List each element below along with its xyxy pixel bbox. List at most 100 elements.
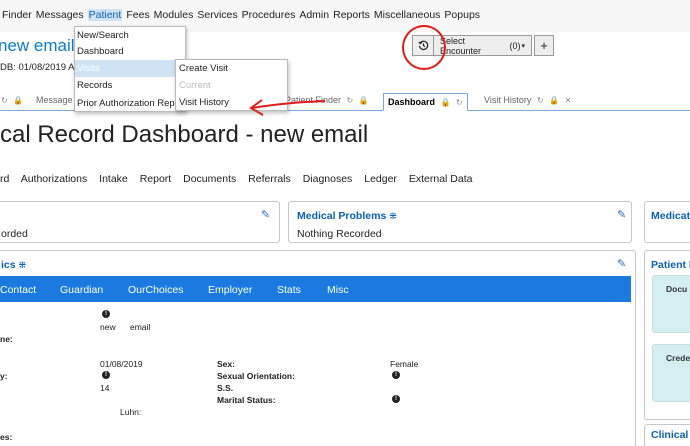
expand-icon[interactable]: ⁜ — [19, 260, 27, 270]
subnav-authorizations[interactable]: Authorizations — [21, 173, 88, 185]
field-label: Luhn: — [120, 407, 142, 417]
tab-guardian[interactable]: Guardian — [60, 284, 103, 296]
refresh-icon[interactable]: ↻ — [456, 98, 463, 107]
menu-procedures[interactable]: Procedures — [242, 9, 296, 21]
card-title[interactable]: Medical Problems ⁜ — [297, 210, 397, 222]
sex-label: Sex: — [217, 359, 235, 369]
menu-messages[interactable]: Messages — [36, 9, 84, 21]
add-encounter-button[interactable]: + — [534, 35, 554, 56]
lock-icon[interactable]: 🔒 — [13, 96, 23, 105]
lock-icon[interactable]: 🔒 — [441, 98, 451, 107]
medical-problems-card: Medical Problems ⁜ ✎ Nothing Recorded — [288, 201, 632, 243]
lock-icon[interactable]: 🔒 — [549, 96, 559, 105]
close-icon[interactable]: ✕ — [565, 96, 572, 105]
menu-item-new-search[interactable]: New/Search — [75, 27, 185, 44]
annotation-circle — [402, 25, 446, 70]
ss-label: S.S. — [217, 383, 234, 393]
box-title: Docu — [666, 284, 688, 294]
patient-name[interactable]: new email — [0, 36, 75, 56]
patient-dob-line: DB: 01/08/2019 Age — [0, 62, 86, 73]
card-body: Nothing Recorded — [297, 228, 382, 240]
info-icon[interactable]: ! — [392, 371, 400, 379]
select-encounter-button[interactable]: Select Encounter (0) ▾ — [434, 35, 532, 56]
card-body: orded — [1, 228, 28, 240]
menu-fees[interactable]: Fees — [126, 9, 149, 21]
menu-item-create-visit[interactable]: Create Visit — [179, 63, 228, 74]
refresh-icon[interactable]: ↻ — [1, 96, 8, 105]
tab-patient-finder[interactable]: Patient Finder ↻ 🔒 — [285, 95, 369, 105]
menu-item-records[interactable]: Records — [75, 77, 185, 94]
expand-icon[interactable]: ⁜ — [389, 211, 397, 221]
subnav-referrals[interactable]: Referrals — [248, 173, 291, 185]
last-name-value: email — [130, 322, 151, 332]
demographics-tabs: Contact Guardian OurChoices Employer Sta… — [0, 276, 631, 302]
refresh-icon[interactable]: ↻ — [347, 96, 354, 105]
menu-item-visit-history[interactable]: Visit History — [179, 97, 229, 108]
pencil-icon[interactable]: ✎ — [617, 257, 626, 270]
pencil-icon[interactable]: ✎ — [261, 208, 270, 221]
tab-employer[interactable]: Employer — [208, 284, 252, 296]
first-name-value: new — [100, 322, 116, 332]
menu-services[interactable]: Services — [197, 9, 237, 21]
card-title[interactable]: Patient R — [651, 259, 690, 271]
menu-patient[interactable]: Patient — [87, 9, 123, 21]
info-icon[interactable]: ! — [102, 371, 110, 379]
select-encounter-label: Select Encounter — [440, 35, 482, 56]
lock-icon[interactable]: 🔒 — [359, 96, 369, 105]
age-value: 14 — [100, 383, 110, 393]
card-title[interactable]: Medicati — [651, 210, 690, 222]
tab-dashboard[interactable]: Dashboard 🔒 ↻ — [383, 93, 468, 111]
tab-ourchoices[interactable]: OurChoices — [128, 284, 183, 296]
dob-value: 01/08/2019 — [100, 359, 143, 369]
card-title[interactable]: Clinical — [651, 429, 688, 441]
field-label: y: — [0, 371, 8, 381]
card-title[interactable]: ics ⁜ — [1, 259, 26, 271]
medications-card: Medicati — [644, 201, 690, 243]
tab-contact[interactable]: Contact — [0, 284, 36, 296]
menu-modules[interactable]: Modules — [154, 9, 194, 21]
subnav-ledger[interactable]: Ledger — [364, 173, 397, 185]
info-icon[interactable]: ! — [392, 395, 400, 403]
orientation-label: Sexual Orientation: — [217, 371, 295, 381]
tab-message[interactable]: Message — [36, 95, 73, 105]
field-label: ne: — [0, 334, 13, 344]
menu-finder[interactable]: Finder — [2, 9, 32, 21]
info-icon[interactable]: ! — [102, 310, 110, 318]
documents-box[interactable]: Docu — [652, 275, 690, 333]
refresh-icon[interactable]: ↻ — [537, 96, 544, 105]
menu-reports[interactable]: Reports — [333, 9, 370, 21]
subnav-documents[interactable]: Documents — [183, 173, 236, 185]
tab-visit-history[interactable]: Visit History ↻ 🔒 ✕ — [484, 95, 571, 105]
dashboard-subnav: rd Authorizations Intake Report Document… — [0, 173, 481, 185]
tab-misc[interactable]: Misc — [327, 284, 349, 296]
pencil-icon[interactable]: ✎ — [617, 208, 626, 221]
tab-label: Visit History — [484, 95, 532, 105]
visits-submenu: Create Visit Current Visit History — [175, 59, 288, 111]
clinical-card: Clinical — [644, 424, 690, 446]
tab-stats[interactable]: Stats — [277, 284, 301, 296]
allergies-card: ✎ orded — [0, 201, 280, 243]
chevron-down-icon: ▾ — [521, 42, 525, 50]
subnav-intake[interactable]: Intake — [99, 173, 128, 185]
box-title: Crede — [666, 353, 690, 363]
subnav-report[interactable]: Report — [140, 173, 172, 185]
patient-menu-dropdown: New/Search Dashboard Visits Records Prio… — [74, 26, 186, 112]
tab-label: Dashboard — [388, 97, 436, 107]
encounter-count: (0) — [509, 40, 521, 51]
tab-partial-icons: ↻ 🔒 — [0, 95, 23, 105]
menu-popups[interactable]: Popups — [444, 9, 480, 21]
menu-admin[interactable]: Admin — [299, 9, 329, 21]
marital-label: Marital Status: — [217, 395, 276, 405]
menu-item-dashboard[interactable]: Dashboard — [75, 43, 185, 60]
tab-label: Patient Finder — [285, 95, 342, 105]
subnav-external-data[interactable]: External Data — [409, 173, 473, 185]
menu-miscellaneous[interactable]: Miscellaneous — [374, 9, 441, 21]
credentials-box[interactable]: Crede — [652, 344, 690, 402]
menu-item-visits[interactable]: Visits — [75, 60, 185, 77]
subnav-record[interactable]: rd — [0, 173, 9, 185]
subnav-diagnoses[interactable]: Diagnoses — [303, 173, 353, 185]
field-label: es: — [0, 432, 13, 442]
page-title: cal Record Dashboard - new email — [0, 121, 369, 148]
sex-value: Female — [390, 359, 419, 369]
menu-item-prior-authorization[interactable]: Prior Authorization Repo — [75, 95, 185, 112]
